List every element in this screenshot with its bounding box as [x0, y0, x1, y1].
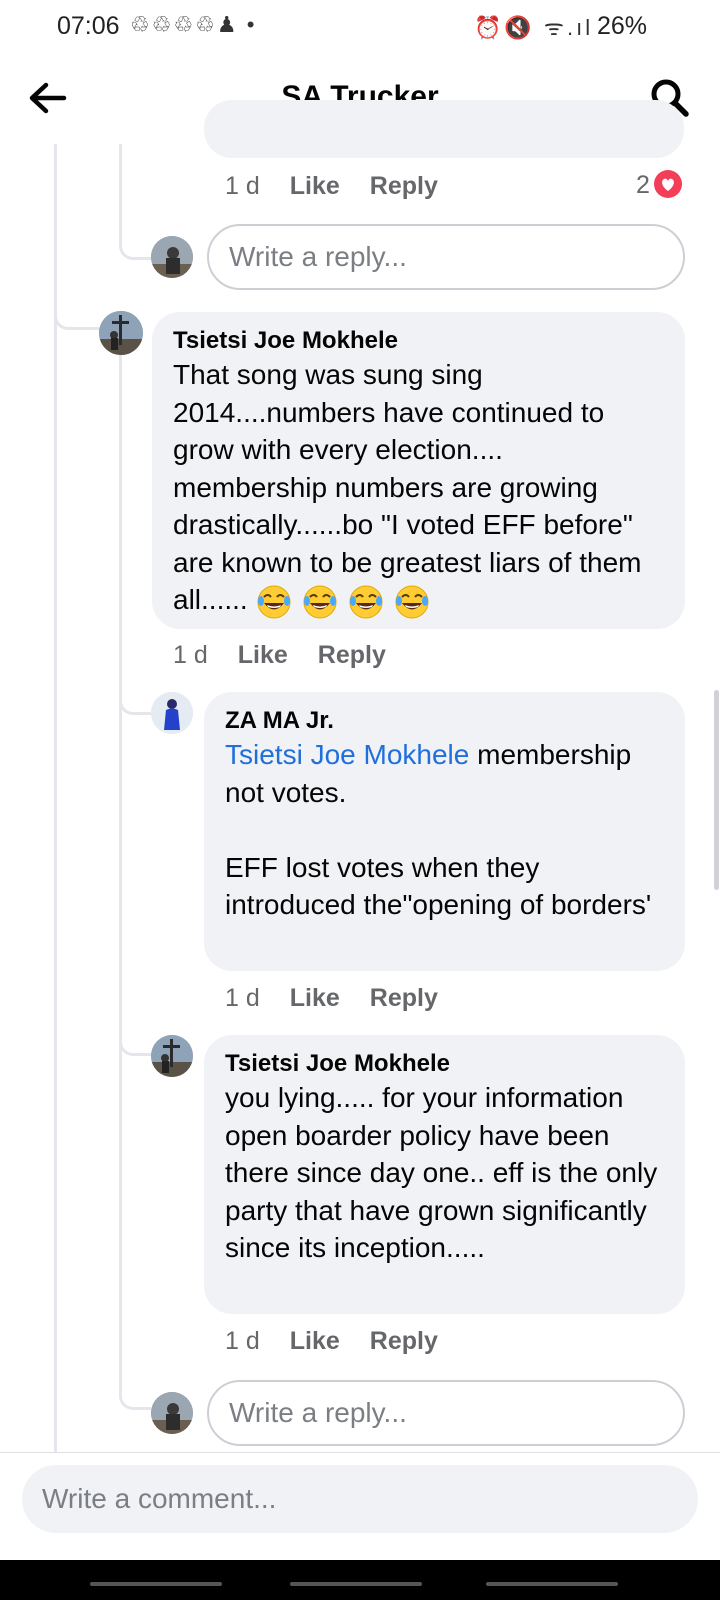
laughing-crying-emoji-icon [395, 585, 429, 619]
thread-line-inner [119, 355, 122, 1385]
avatar[interactable] [99, 311, 143, 355]
comment-age: 1 d [225, 984, 260, 1012]
back-nav-button[interactable] [486, 1582, 618, 1586]
avatar[interactable] [151, 692, 193, 734]
status-time: 07:06 [57, 12, 120, 40]
comment-actions: 1 d Like Reply [225, 1327, 468, 1356]
laughing-crying-emoji-icon [257, 585, 291, 619]
reply-input[interactable]: Write a reply... [207, 224, 685, 290]
laughing-crying-emoji-icon [303, 585, 337, 619]
reaction-count[interactable]: 2 [636, 170, 682, 200]
reaction-number: 2 [636, 171, 650, 199]
comment-text: That song was sung sing 2014....numbers … [173, 356, 663, 620]
comment-input[interactable]: Write a comment... [22, 1465, 698, 1533]
reply-button[interactable]: Reply [370, 1327, 438, 1355]
like-button[interactable]: Like [290, 172, 340, 200]
reply-button[interactable]: Reply [370, 172, 438, 200]
status-bar: 07:06 ♲♲♲♲♟ • ⏰🔇 ᯤ.ıl 26% [0, 0, 720, 52]
comment-author[interactable]: Tsietsi Joe Mokhele [173, 326, 663, 356]
recent-apps-button[interactable] [90, 1582, 222, 1586]
comment-bubble: Tsietsi Joe Mokhele you lying..... for y… [204, 1035, 685, 1314]
heart-icon [653, 170, 682, 198]
like-button[interactable]: Like [238, 641, 288, 669]
comment-bubble: Tsietsi Joe Mokhele That song was sung s… [152, 312, 685, 629]
comment-bubble-partial [204, 100, 684, 158]
comment-author[interactable]: ZA MA Jr. [225, 706, 663, 736]
thread-connector [119, 230, 151, 260]
comment-text: you lying..... for your information open… [225, 1082, 665, 1263]
system-nav-bar [0, 1560, 720, 1600]
reply-button[interactable]: Reply [370, 984, 438, 1012]
comment-text: Tsietsi Joe Mokhele membership not votes… [225, 736, 663, 924]
like-button[interactable]: Like [290, 984, 340, 1012]
mention-link[interactable]: Tsietsi Joe Mokhele [225, 739, 469, 770]
comment-actions: 1 d Like Reply [173, 641, 416, 670]
comment-age: 1 d [173, 641, 208, 669]
home-button[interactable] [290, 1582, 422, 1586]
comment-bubble: ZA MA Jr. Tsietsi Joe Mokhele membership… [204, 692, 685, 971]
reply-input[interactable]: Write a reply... [207, 1380, 685, 1446]
thread-connector [54, 300, 100, 330]
thread-connector [119, 1380, 151, 1410]
thread-line-outer [54, 144, 57, 1452]
thread-line-inner-top [119, 144, 122, 240]
avatar[interactable] [151, 1035, 193, 1077]
thread-connector [119, 685, 151, 715]
comment-body: That song was sung sing 2014....numbers … [173, 359, 650, 615]
emoji-row [256, 584, 430, 620]
thread-connector [119, 1026, 151, 1056]
comment-author[interactable]: Tsietsi Joe Mokhele [225, 1049, 663, 1079]
system-icons: ⏰🔇 ᯤ.ıl [474, 15, 594, 40]
scrollbar[interactable] [714, 690, 719, 890]
battery-level: 26% [597, 12, 648, 40]
laughing-crying-emoji-icon [349, 585, 383, 619]
notification-icons: ♲♲♲♲♟ • [130, 12, 257, 37]
avatar[interactable] [151, 236, 193, 278]
avatar[interactable] [151, 1392, 193, 1434]
comment-actions: 1 d Like Reply [225, 172, 468, 201]
reply-button[interactable]: Reply [318, 641, 386, 669]
comment-actions: 1 d Like Reply [225, 984, 468, 1013]
comment-age: 1 d [225, 1327, 260, 1355]
comment-age: 1 d [225, 172, 260, 200]
like-button[interactable]: Like [290, 1327, 340, 1355]
comment-composer: Write a comment... [0, 1452, 720, 1560]
